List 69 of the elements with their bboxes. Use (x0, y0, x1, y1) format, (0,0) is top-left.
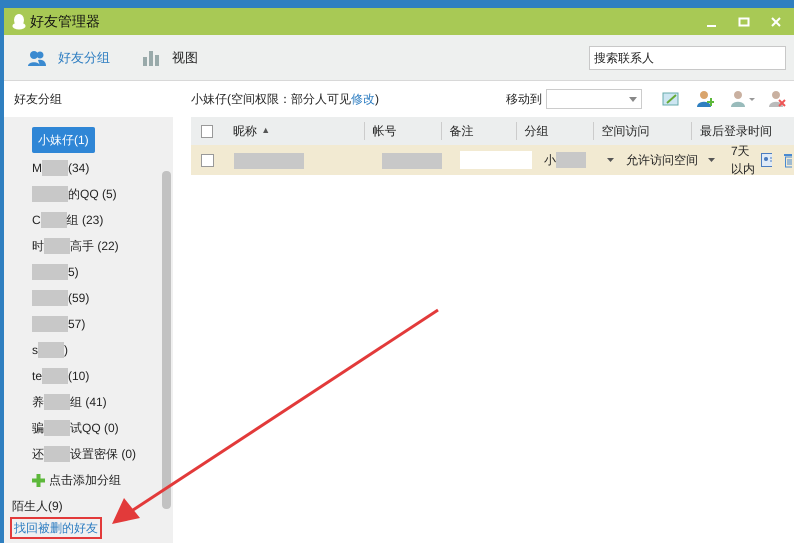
redacted-block (32, 264, 68, 280)
toolbar-tab[interactable]: 视图 (142, 48, 198, 68)
caret-icon (607, 158, 614, 162)
edit-icon[interactable] (662, 91, 680, 107)
redacted-block (32, 290, 68, 306)
space-access-dropdown[interactable]: 允许访问空间 (626, 151, 698, 169)
group-item[interactable]: 5) (32, 259, 79, 285)
redacted-block (556, 152, 586, 168)
group-item[interactable]: te (10) (32, 363, 90, 389)
redacted-block (382, 152, 442, 169)
redacted-block (44, 446, 70, 462)
group-item[interactable]: 的QQ (5) (32, 181, 117, 207)
group-item[interactable]: 57) (32, 311, 86, 337)
redacted-block (32, 316, 68, 332)
plus-icon (32, 474, 45, 486)
redacted-block (44, 394, 70, 410)
sort-indicator: ▲ (261, 124, 270, 138)
toolbar-tab[interactable]: 好友分组 (28, 48, 110, 68)
close-icon[interactable] (770, 16, 782, 28)
move-to-dropdown[interactable] (546, 89, 642, 109)
group-item[interactable]: 还 设置密保 (0) (32, 441, 136, 467)
group-cell-text: 小 (544, 152, 556, 169)
move-to-label: 移动到 (506, 91, 542, 108)
strangers-group[interactable]: 陌生人(9) (12, 495, 63, 517)
recover-deleted-friends-link[interactable]: 找回被删的好友 (10, 517, 102, 539)
redacted-block (44, 238, 70, 254)
caret-icon (629, 96, 637, 102)
column-header[interactable]: 备注 (450, 122, 474, 140)
redacted-block (42, 368, 68, 384)
row-checkbox[interactable] (201, 154, 214, 166)
redacted-block (38, 342, 64, 358)
group-item[interactable]: 骗 试QQ (0) (32, 415, 119, 441)
redacted-block (234, 152, 304, 169)
group-permission-text: 小妹仔(空间权限：部分人可见修改) (191, 91, 379, 108)
column-header[interactable]: 最后登录时间 (700, 122, 772, 140)
redacted-block (44, 420, 70, 436)
group-item[interactable]: M (34) (32, 155, 90, 181)
sidebar-heading: 好友分组 (4, 81, 173, 117)
group-item[interactable]: 养 组 (41) (32, 389, 107, 415)
table-row[interactable]: 小 允许访问空间 7天以内 (191, 145, 794, 175)
group-item[interactable]: (59) (32, 285, 90, 311)
remove-user-icon[interactable] (768, 90, 786, 108)
redacted-block (40, 212, 67, 228)
modify-link[interactable]: 修改 (351, 92, 375, 106)
column-header[interactable]: 帐号 (372, 122, 397, 140)
redacted-block (32, 186, 68, 202)
user-settings-icon[interactable] (730, 90, 756, 108)
remark-field[interactable] (460, 151, 532, 169)
redacted-block (42, 160, 68, 176)
add-user-icon[interactable] (696, 90, 714, 108)
group-item[interactable]: 小妹仔(1) (32, 127, 95, 153)
group-item[interactable]: s ) (32, 337, 68, 363)
search-field[interactable]: 搜索联系人 (589, 46, 786, 70)
select-all-checkbox[interactable] (201, 124, 214, 138)
group-item[interactable]: 时 高手 (22) (32, 233, 119, 259)
column-header[interactable]: 空间访问 (602, 122, 650, 140)
add-group-button[interactable]: 点击添加分组 (32, 467, 121, 493)
bar-chart-icon (142, 50, 160, 66)
penguin-icon (12, 14, 26, 30)
people-icon (28, 50, 46, 66)
trash-icon[interactable] (784, 152, 792, 168)
window-title: 好友管理器 (30, 12, 100, 31)
contact-card-icon[interactable] (760, 153, 772, 167)
maximize-icon[interactable] (738, 16, 750, 28)
column-header[interactable]: 分组 (524, 122, 549, 140)
group-item[interactable]: C 组 (23) (32, 207, 104, 233)
column-header[interactable]: 昵称 (233, 122, 258, 140)
caret-icon (708, 158, 715, 162)
last-login-cell-text: 7天以内 (731, 143, 756, 178)
